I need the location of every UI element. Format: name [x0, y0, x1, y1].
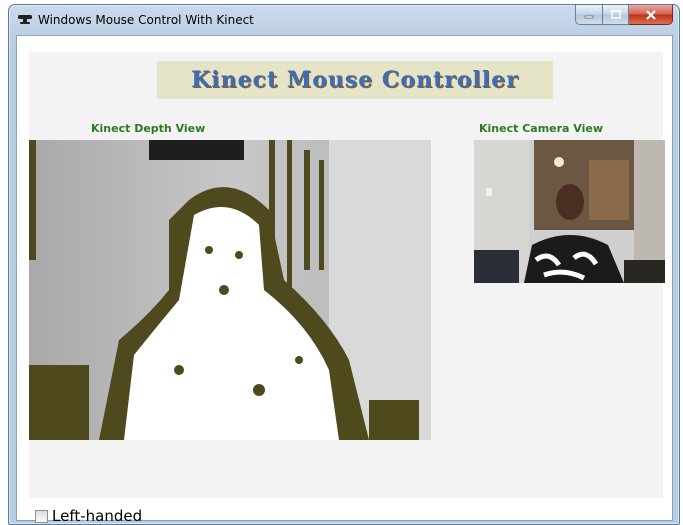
close-button[interactable] — [629, 5, 673, 25]
client-area: Kinect Mouse Controller Kinect Depth Vie… — [16, 35, 673, 525]
depth-view-image — [29, 140, 431, 440]
camera-view-image — [474, 140, 665, 283]
left-handed-option[interactable]: Left-handed — [35, 507, 142, 525]
camera-view-label: Kinect Camera View — [479, 122, 604, 135]
close-icon — [645, 9, 656, 20]
depth-view-label: Kinect Depth View — [91, 122, 206, 135]
left-handed-label[interactable]: Left-handed — [52, 507, 142, 525]
window-title: Windows Mouse Control With Kinect — [38, 13, 254, 27]
kinect-icon — [18, 15, 32, 24]
left-handed-checkbox[interactable] — [35, 509, 48, 523]
main-panel: Kinect Mouse Controller Kinect Depth Vie… — [29, 52, 665, 498]
banner-title: Kinect Mouse Controller — [191, 67, 519, 93]
app-window: Windows Mouse Control With Kinect Kinect… — [8, 4, 680, 525]
maximize-button[interactable] — [603, 5, 629, 25]
minimize-icon — [584, 15, 594, 18]
window-controls — [575, 5, 673, 25]
title-bar[interactable]: Windows Mouse Control With Kinect — [9, 5, 679, 35]
minimize-button[interactable] — [575, 5, 603, 25]
depth-image — [29, 140, 431, 440]
camera-image — [474, 140, 665, 283]
maximize-icon — [610, 10, 621, 19]
title-banner: Kinect Mouse Controller — [157, 61, 553, 99]
